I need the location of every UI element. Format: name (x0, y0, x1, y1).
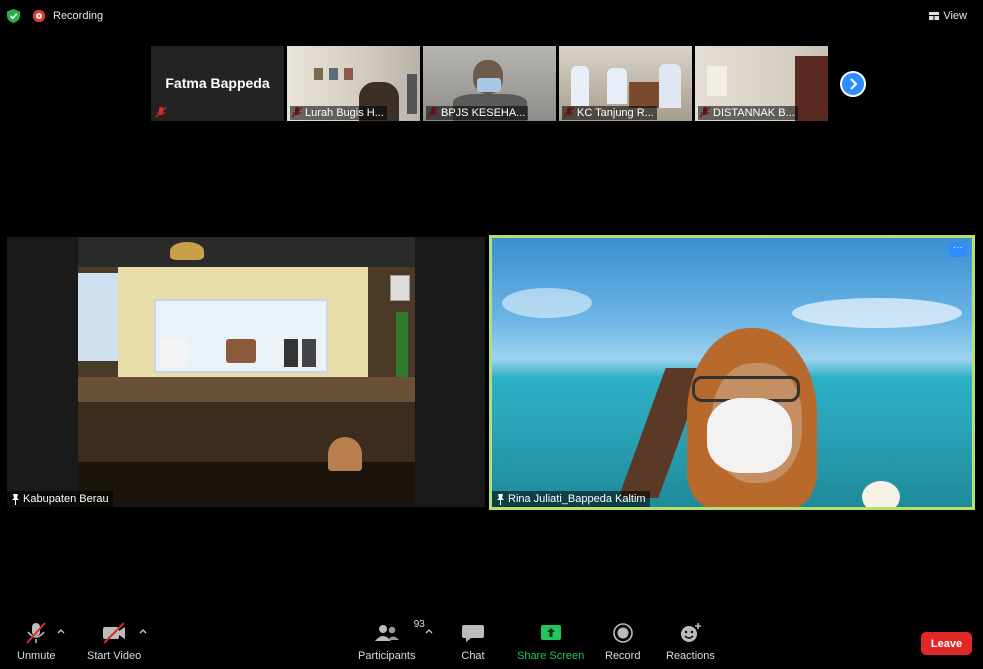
pin-icon (497, 494, 504, 505)
reactions-button[interactable]: Reactions (666, 622, 715, 662)
participant-name: BPJS KESEHA... (426, 106, 529, 120)
attendee (328, 437, 362, 471)
chevron-up-icon[interactable] (57, 628, 65, 634)
participant-name-label: Rina Juliati_Bappeda Kaltim (492, 491, 650, 507)
participant-figure (607, 68, 627, 104)
door (795, 56, 828, 121)
chevron-up-icon[interactable] (425, 628, 433, 634)
participant-name: Lurah Bugis H... (290, 106, 387, 120)
ceiling (78, 237, 415, 267)
recording-label: Recording (53, 10, 104, 22)
leave-button[interactable]: Leave (921, 632, 972, 655)
next-page-button[interactable] (840, 71, 866, 97)
floor (78, 462, 415, 507)
share-screen-label: Share Screen (517, 650, 585, 662)
doorway (407, 74, 417, 114)
thumbnail-participant[interactable]: Lurah Bugis H... (287, 46, 420, 121)
recording-icon (33, 10, 45, 22)
thumbnail-participant[interactable]: BPJS KESEHA... (423, 46, 556, 121)
share-screen-icon (540, 625, 561, 640)
participant-video (78, 237, 415, 507)
view-button[interactable]: View (925, 8, 971, 24)
participant-figure (571, 66, 589, 106)
participants-count: 93 (413, 619, 425, 630)
participants-icon (374, 625, 399, 641)
view-label: View (943, 10, 967, 22)
participant-name: Kabupaten Berau (23, 493, 109, 505)
face-mask (477, 78, 501, 92)
shield-icon[interactable] (7, 9, 20, 23)
video-tile-kabupaten-berau[interactable]: Kabupaten Berau (7, 237, 485, 507)
share-screen-button[interactable]: Share Screen (517, 622, 584, 662)
window (707, 66, 727, 96)
cloud (792, 298, 962, 328)
record-label: Record (605, 650, 641, 662)
participants-icon-wrap: 93 (374, 619, 425, 644)
chat-label: Chat (461, 650, 485, 662)
chat-bubble-icon (462, 625, 484, 642)
smiley-plus-icon (681, 623, 702, 642)
chevron-up-icon[interactable] (139, 628, 147, 634)
more-options-button[interactable]: ··· (949, 243, 967, 257)
thumbnail-participant[interactable]: KC Tanjung R... (559, 46, 692, 121)
thumbnail-participant[interactable]: Fatma Bappeda (151, 46, 284, 121)
video-camera-off-icon (103, 622, 126, 644)
wall-frame (329, 68, 338, 80)
unmute-label: Unmute (17, 650, 56, 662)
white-object (862, 481, 900, 507)
chevron-right-icon (850, 78, 858, 90)
garuda-emblem (170, 242, 204, 260)
table (629, 82, 659, 108)
participants-button[interactable]: 93 Participants (358, 619, 425, 662)
participant-name: KC Tanjung R... (562, 106, 657, 120)
projector-screen (78, 273, 118, 361)
microphone-muted-icon (26, 622, 47, 644)
wall-frame (314, 68, 323, 80)
participant-figure (659, 64, 681, 108)
start-video-label: Start Video (87, 650, 142, 662)
video-tile-active-speaker[interactable]: ··· Rina Juliati_Bappeda Kaltim (489, 235, 975, 510)
chat-button[interactable]: Chat (460, 622, 486, 662)
thumbnail-participant[interactable]: DISTANNAK B... (695, 46, 828, 121)
cloud (502, 288, 592, 318)
grid-view-icon (929, 12, 940, 20)
record-icon (612, 623, 633, 643)
record-button[interactable]: Record (605, 622, 640, 662)
unmute-button[interactable]: Unmute (17, 622, 56, 662)
wood-panel (78, 402, 415, 462)
participant-name-label: Kabupaten Berau (7, 491, 113, 507)
mic-muted-icon (156, 107, 166, 118)
participant-display-name: Fatma Bappeda (165, 75, 270, 91)
participant-name: DISTANNAK B... (698, 106, 798, 120)
reactions-label: Reactions (666, 650, 715, 662)
pin-icon (12, 494, 19, 505)
participant-name: Rina Juliati_Bappeda Kaltim (508, 493, 646, 505)
event-banner (154, 299, 328, 373)
face-mask (707, 398, 792, 473)
wall-portrait (390, 275, 410, 301)
wall-frame (344, 68, 353, 80)
participants-label: Participants (358, 650, 416, 662)
start-video-button[interactable]: Start Video (87, 622, 141, 662)
